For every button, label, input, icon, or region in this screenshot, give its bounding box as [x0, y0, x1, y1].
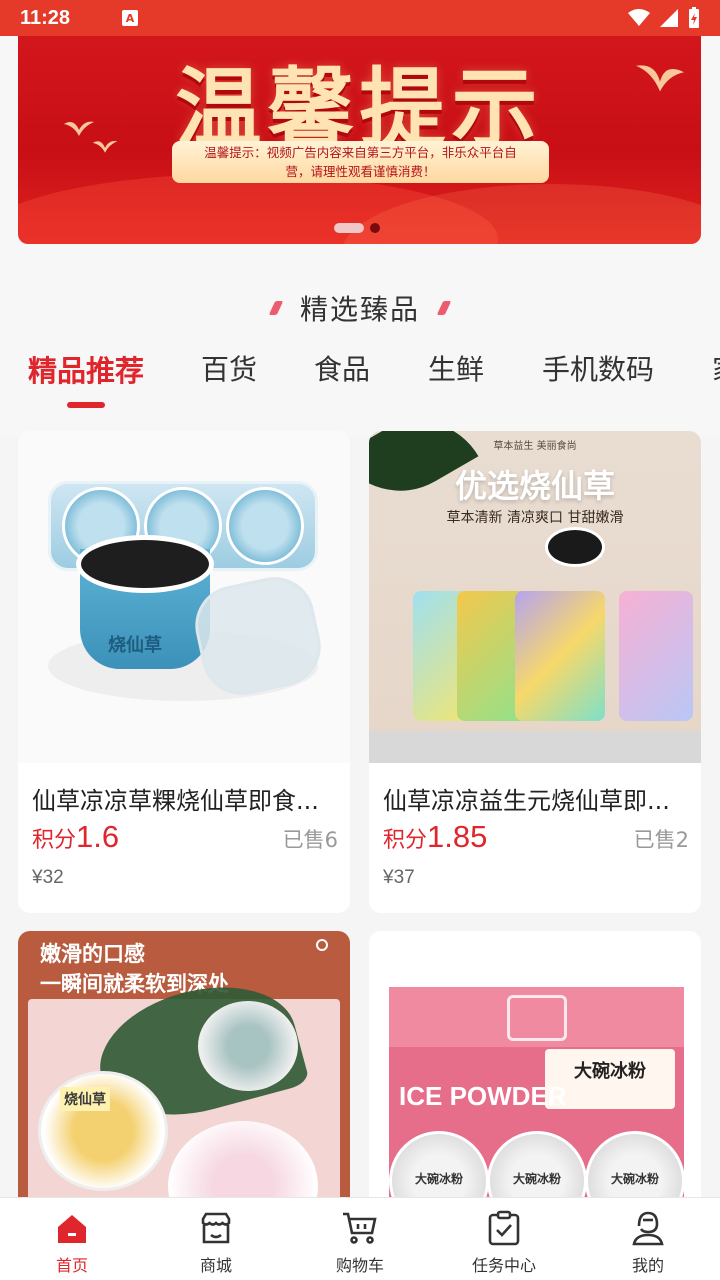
- product-card[interactable]: 大碗冰粉 ICE POWDER 大碗冰粉 大碗冰粉 大碗冰粉: [369, 931, 701, 1197]
- points-label: 积分: [383, 828, 428, 853]
- tab-food[interactable]: 食品: [314, 348, 370, 388]
- store-icon: [196, 1208, 236, 1248]
- image-headline-line: 嫩滑的口感: [40, 942, 145, 966]
- image-subline: 草本清新 清凉爽口 甘甜嫩滑: [446, 510, 624, 526]
- sold-count: 已售6: [282, 828, 338, 852]
- banner-notice-line: 温馨提示：视频广告内容来自第三方平台，非乐众平台自: [204, 145, 517, 160]
- brand-text: ICE POWDER: [399, 1081, 567, 1111]
- circle-icon: [316, 939, 328, 951]
- price-row: 积分 1.85 已售2: [383, 819, 689, 855]
- signal-icon: [660, 9, 678, 27]
- product-card[interactable]: 嫩滑的口感 一瞬间就柔软到深处 烧仙草: [18, 931, 350, 1197]
- points-value: 1.6: [76, 819, 120, 854]
- bird-icon: [64, 121, 94, 136]
- nav-profile[interactable]: 我的: [576, 1198, 720, 1280]
- section-title: 精选臻品: [299, 293, 420, 326]
- wifi-icon: [628, 9, 650, 26]
- promo-banner[interactable]: 温馨提示 温馨提示：视频广告内容来自第三方平台，非乐众平台自 营，请理性观看谨慎…: [18, 36, 701, 244]
- product-image: 草本益生 美丽食尚 优选烧仙草 草本清新 清凉爽口 甘甜嫩滑: [369, 431, 701, 763]
- cart-icon: [340, 1208, 380, 1248]
- product-price: ¥37: [383, 867, 415, 888]
- banner-notice: 温馨提示：视频广告内容来自第三方平台，非乐众平台自 营，请理性观看谨慎消费！: [172, 141, 549, 183]
- product-title: 仙草凉凉益生元烧仙草即...: [383, 787, 670, 815]
- status-icons: [628, 7, 700, 29]
- cup-label: 大碗冰粉: [512, 1172, 561, 1186]
- status-bar: 11:28 A: [0, 0, 720, 36]
- image-headline: 优选烧仙草: [454, 467, 615, 505]
- product-price: ¥32: [32, 867, 64, 888]
- bird-icon: [92, 141, 118, 153]
- product-card[interactable]: 烧仙草 仙草凉凉草粿烧仙草即食... 积分 1.6 已售6 ¥32: [18, 431, 350, 913]
- tab-general-goods[interactable]: 百货: [201, 348, 257, 388]
- battery-icon: [689, 7, 699, 28]
- home-icon: [52, 1208, 92, 1248]
- image-tagline: 草本益生 美丽食尚: [493, 441, 577, 452]
- product-card[interactable]: 草本益生 美丽食尚 优选烧仙草 草本清新 清凉爽口 甘甜嫩滑 仙草凉凉益生元烧仙…: [369, 431, 701, 913]
- banner-notice-line: 营，请理性观看谨慎消费！: [285, 164, 436, 179]
- title-decoration: [268, 301, 284, 315]
- shelf-graphic: [369, 731, 701, 763]
- price-row: 积分 1.6 已售6: [32, 819, 338, 855]
- carousel-dot-active: [334, 223, 364, 233]
- nav-label: 商城: [199, 1256, 232, 1275]
- nav-home[interactable]: 首页: [0, 1198, 144, 1280]
- nav-label: 首页: [55, 1256, 88, 1275]
- cup-label: 大碗冰粉: [610, 1172, 659, 1186]
- bottom-navigation: 首页 商城 购物车 任务中心 我的: [0, 1197, 720, 1280]
- product-image: 烧仙草: [18, 431, 350, 763]
- cup-label: 烧仙草: [60, 1087, 110, 1111]
- sold-count: 已售2: [633, 828, 689, 852]
- tab-fresh[interactable]: 生鲜: [428, 348, 484, 388]
- user-icon: [628, 1208, 668, 1248]
- category-tabs: 精品推荐 百货 食品 生鲜 手机数码 家: [0, 340, 720, 410]
- title-decoration: [436, 301, 452, 315]
- jelly-top-graphic: [76, 535, 214, 593]
- packet-graphic: [515, 591, 605, 721]
- logo-graphic: [507, 995, 567, 1041]
- active-tab-indicator: [67, 402, 105, 408]
- points-label: 积分: [32, 828, 77, 853]
- nav-label: 任务中心: [471, 1256, 536, 1275]
- product-image: 嫩滑的口感 一瞬间就柔软到深处 烧仙草: [18, 931, 350, 1197]
- section-header: 精选臻品: [0, 286, 720, 330]
- tab-digital[interactable]: 手机数码: [542, 348, 654, 388]
- nav-store[interactable]: 商城: [144, 1198, 288, 1280]
- nav-label: 购物车: [335, 1256, 384, 1275]
- cup-label: 大碗冰粉: [414, 1172, 463, 1186]
- task-icon: [484, 1208, 524, 1248]
- carousel-dot: [370, 223, 380, 233]
- cup-graphic: [226, 487, 304, 565]
- points-value: 1.85: [427, 819, 488, 854]
- nav-cart[interactable]: 购物车: [288, 1198, 432, 1280]
- cup-graphic: [545, 527, 605, 567]
- carousel-indicator: [334, 223, 380, 233]
- nav-label: 我的: [631, 1256, 664, 1275]
- product-image: 大碗冰粉 ICE POWDER 大碗冰粉 大碗冰粉 大碗冰粉: [369, 931, 701, 1197]
- tab-home[interactable]: 家: [712, 348, 720, 388]
- product-title: 仙草凉凉草粿烧仙草即食...: [32, 787, 319, 815]
- cup-label: 烧仙草: [108, 635, 162, 656]
- tab-featured[interactable]: 精品推荐: [28, 348, 144, 390]
- status-time: 11:28: [20, 6, 71, 29]
- bird-icon: [636, 65, 684, 92]
- notification-icon: A: [122, 10, 139, 26]
- nav-tasks[interactable]: 任务中心: [432, 1198, 576, 1280]
- bowl-graphic: [198, 1001, 298, 1091]
- packet-graphic: [619, 591, 693, 721]
